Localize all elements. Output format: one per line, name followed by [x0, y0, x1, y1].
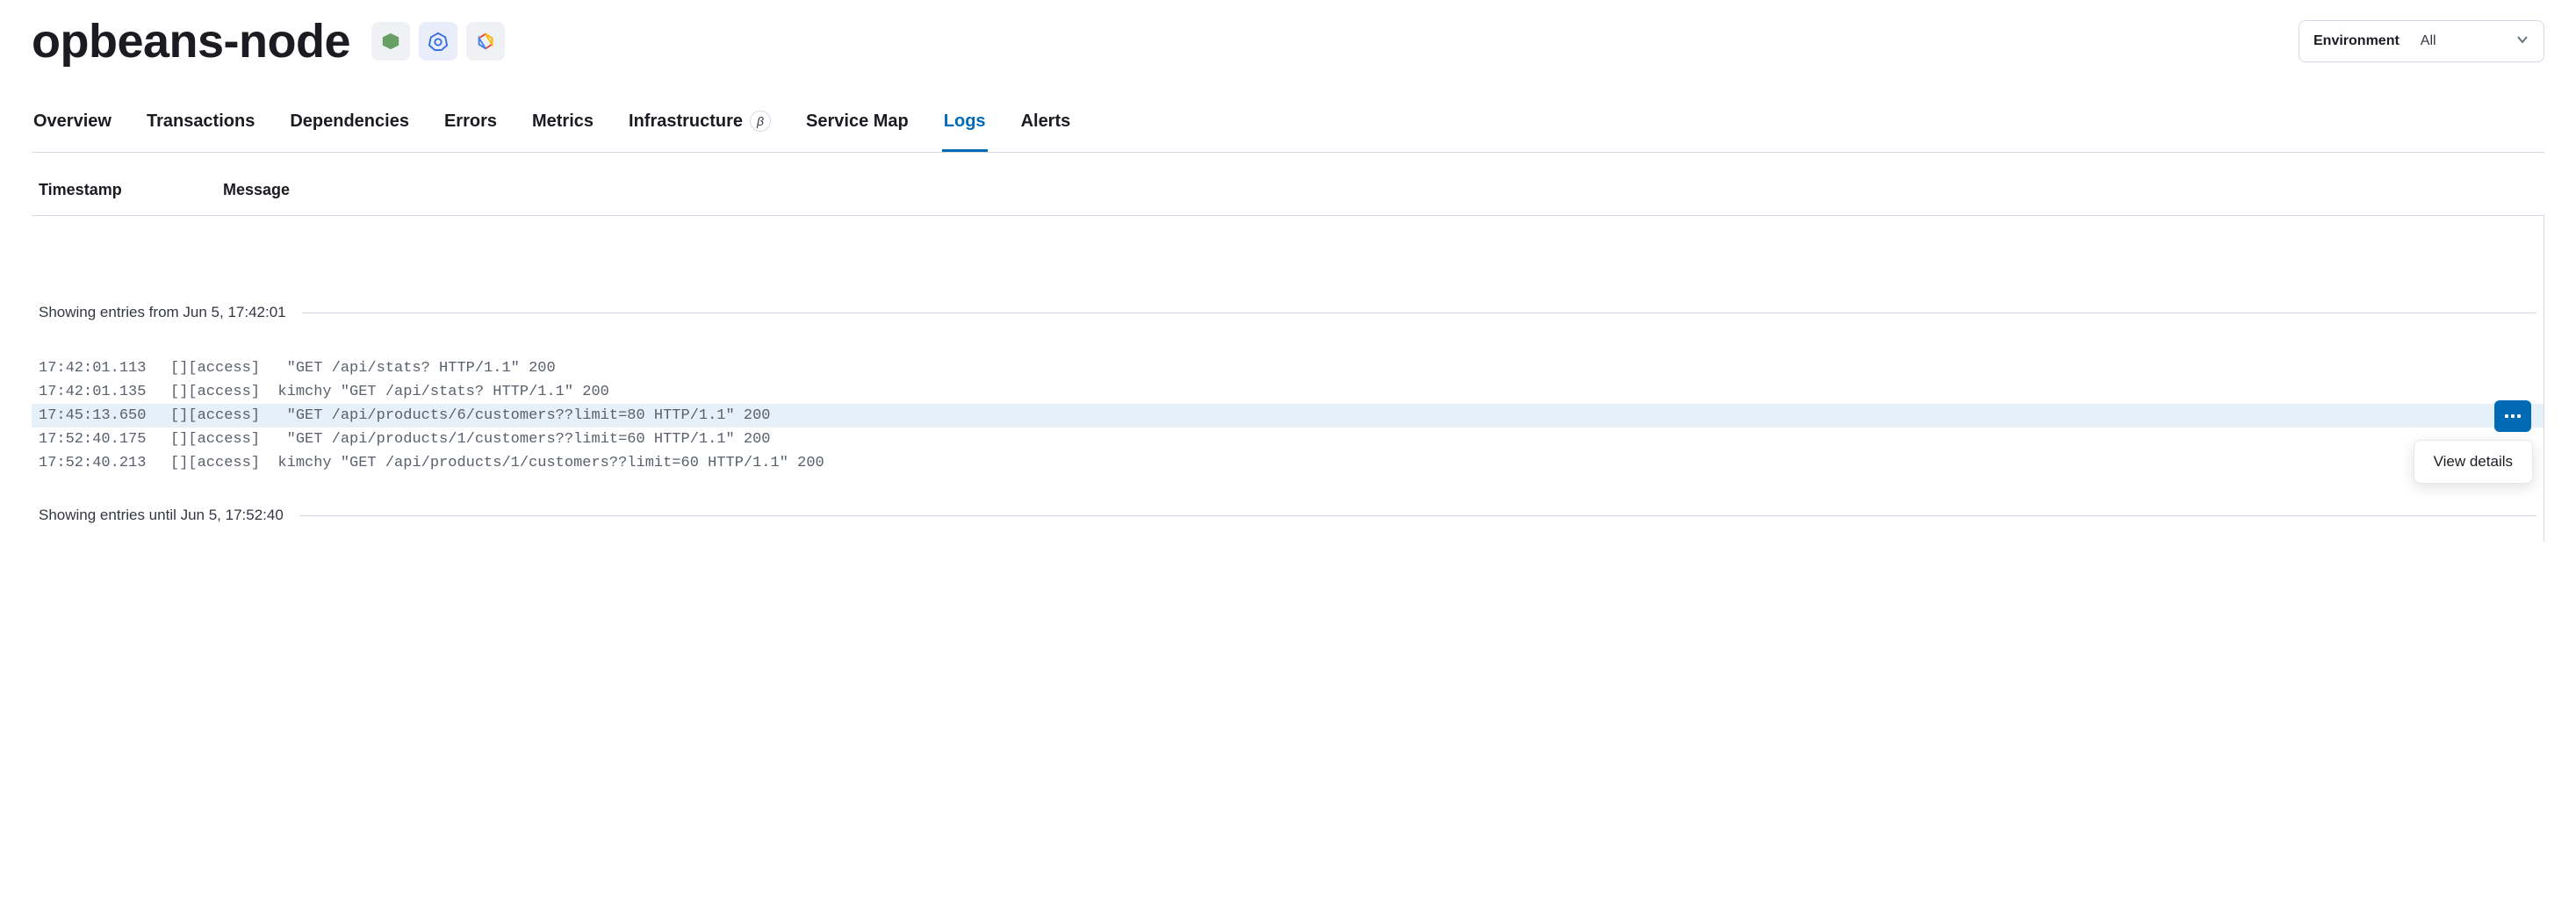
- tab-label: Logs: [944, 111, 986, 132]
- log-area: Showing entries from Jun 5, 17:42:01 17:…: [32, 216, 2544, 542]
- environment-value: All: [2421, 33, 2494, 49]
- log-timestamp: 17:52:40.213: [39, 455, 170, 471]
- column-message: Message: [223, 181, 290, 199]
- view-details-tooltip[interactable]: View details: [2414, 440, 2533, 484]
- log-timestamp: 17:42:01.113: [39, 360, 170, 377]
- entries-from-text: Showing entries from Jun 5, 17:42:01: [39, 304, 286, 321]
- tab-label: Dependencies: [290, 111, 409, 132]
- log-timestamp: 17:52:40.175: [39, 431, 170, 448]
- log-message: [][access] "GET /api/stats? HTTP/1.1" 20…: [170, 360, 2536, 377]
- log-timestamp: 17:45:13.650: [39, 407, 170, 424]
- log-message: [][access] "GET /api/products/1/customer…: [170, 431, 2536, 448]
- beta-badge: β: [750, 111, 771, 132]
- entries-until-divider: Showing entries until Jun 5, 17:52:40: [32, 475, 2544, 524]
- environment-selector[interactable]: Environment All: [2299, 20, 2544, 62]
- tab-label: Metrics: [532, 111, 594, 132]
- tab-overview[interactable]: Overview: [32, 97, 113, 152]
- gcp-icon[interactable]: [466, 22, 505, 61]
- tab-transactions[interactable]: Transactions: [145, 97, 256, 152]
- log-rows: 17:42:01.113[][access] "GET /api/stats? …: [32, 332, 2544, 475]
- tab-logs[interactable]: Logs: [942, 97, 988, 152]
- log-row[interactable]: 17:45:13.650[][access] "GET /api/product…: [32, 404, 2544, 428]
- entries-until-text: Showing entries until Jun 5, 17:52:40: [39, 507, 284, 524]
- chevron-down-icon: [2515, 32, 2529, 51]
- tab-errors[interactable]: Errors: [443, 97, 499, 152]
- entries-from-divider: Showing entries from Jun 5, 17:42:01: [32, 216, 2544, 332]
- tab-label: Infrastructure: [629, 111, 743, 132]
- log-timestamp: 17:42:01.135: [39, 384, 170, 400]
- tab-label: Errors: [444, 111, 497, 132]
- log-row[interactable]: 17:42:01.113[][access] "GET /api/stats? …: [32, 356, 2544, 380]
- tab-label: Transactions: [147, 111, 255, 132]
- tab-infrastructure[interactable]: Infrastructure β: [627, 97, 773, 152]
- log-row[interactable]: 17:42:01.135[][access] kimchy "GET /api/…: [32, 380, 2544, 404]
- tab-label: Service Map: [806, 111, 909, 132]
- tab-service-map[interactable]: Service Map: [804, 97, 910, 152]
- kubernetes-icon[interactable]: [419, 22, 457, 61]
- tab-label: Overview: [33, 111, 112, 132]
- log-message: [][access] kimchy "GET /api/products/1/c…: [170, 455, 2536, 471]
- log-message: [][access] kimchy "GET /api/stats? HTTP/…: [170, 384, 2536, 400]
- tab-label: Alerts: [1021, 111, 1071, 132]
- log-message: [][access] "GET /api/products/6/customer…: [170, 407, 2536, 424]
- divider-line: [299, 515, 2536, 516]
- tab-alerts[interactable]: Alerts: [1019, 97, 1073, 152]
- environment-label: Environment: [2313, 33, 2400, 49]
- page-title: opbeans-node: [32, 14, 350, 68]
- log-row[interactable]: 17:52:40.175[][access] "GET /api/product…: [32, 428, 2544, 451]
- tab-dependencies[interactable]: Dependencies: [288, 97, 411, 152]
- tab-metrics[interactable]: Metrics: [530, 97, 595, 152]
- log-row[interactable]: 17:52:40.213[][access] kimchy "GET /api/…: [32, 451, 2544, 475]
- service-icon-group: [371, 22, 505, 61]
- log-table-header: Timestamp Message: [32, 153, 2544, 216]
- node-icon[interactable]: [371, 22, 410, 61]
- column-timestamp: Timestamp: [39, 181, 135, 199]
- tabs: Overview Transactions Dependencies Errors Me…: [32, 97, 2544, 153]
